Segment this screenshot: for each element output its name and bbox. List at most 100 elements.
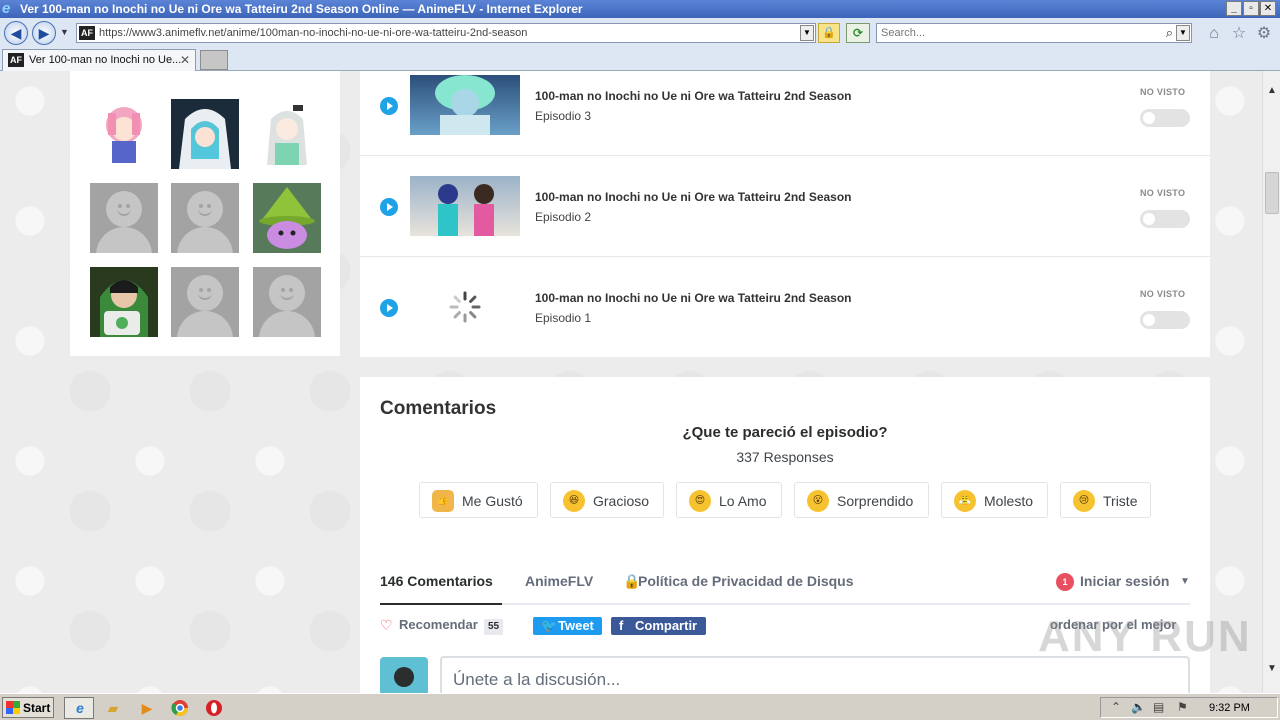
clock[interactable]: 9:32 PM bbox=[1209, 702, 1250, 714]
avatar-eye bbox=[207, 288, 211, 292]
refresh-button[interactable]: ⟳ bbox=[846, 23, 870, 43]
recommend-button[interactable]: Recomendar bbox=[399, 617, 478, 632]
responses-count: 337 Responses bbox=[736, 449, 834, 465]
tab-comments-count[interactable]: 146 Comentarios bbox=[380, 573, 493, 589]
page-viewport: 100-man no Inochi no Ue ni Ore wa Tattei… bbox=[0, 71, 1262, 693]
address-dropdown-icon[interactable]: ▼ bbox=[800, 25, 814, 41]
media-player-icon[interactable]: ▶ bbox=[138, 699, 156, 717]
back-button[interactable]: ◀ bbox=[4, 21, 28, 45]
new-tab-button[interactable] bbox=[200, 50, 228, 70]
tab-privacy-policy[interactable]: Política de Privacidad de Disqus bbox=[638, 573, 854, 589]
history-dropdown-icon[interactable]: ▼ bbox=[60, 27, 69, 37]
close-button[interactable]: ✕ bbox=[1260, 1, 1276, 16]
address-url[interactable]: https://www3.animeflv.net/anime/100man-n… bbox=[99, 27, 527, 39]
reaction-button-me-gusto[interactable]: 👍 Me Gustó bbox=[419, 482, 538, 518]
page-scrollbar[interactable]: ▲ ▼ bbox=[1262, 71, 1280, 693]
start-button[interactable]: Start bbox=[2, 697, 54, 718]
restore-button[interactable]: ▫ bbox=[1243, 1, 1259, 16]
search-dropdown-icon[interactable]: ▼ bbox=[1176, 25, 1190, 41]
play-icon[interactable] bbox=[380, 299, 398, 317]
search-box[interactable]: ⌕ ▼ bbox=[876, 23, 1192, 43]
address-bar[interactable]: AF https://www3.animeflv.net/anime/100ma… bbox=[76, 23, 816, 43]
comments-heading: Comentarios bbox=[380, 398, 497, 419]
watched-toggle[interactable] bbox=[1140, 311, 1190, 329]
action-center-flag-icon[interactable]: ⚑ bbox=[1177, 700, 1188, 714]
user-avatar[interactable] bbox=[380, 657, 428, 693]
episode-number: Episodio 2 bbox=[535, 210, 592, 224]
scrollbar-thumb[interactable] bbox=[1265, 172, 1279, 214]
reaction-button-lo-amo[interactable]: 😍 Lo Amo bbox=[676, 482, 782, 518]
avatar-eye bbox=[199, 288, 203, 292]
forward-button[interactable]: ▶ bbox=[32, 21, 56, 45]
heart-icon[interactable]: ♡ bbox=[380, 617, 393, 634]
episode-title[interactable]: 100-man no Inochi no Ue ni Ore wa Tattei… bbox=[535, 89, 852, 103]
notification-badge[interactable]: 1 bbox=[1056, 573, 1074, 591]
avatar-default[interactable] bbox=[171, 183, 239, 253]
episode-row[interactable]: 100-man no Inochi no Ue ni Ore wa Tattei… bbox=[360, 156, 1210, 257]
episode-title[interactable]: 100-man no Inochi no Ue ni Ore wa Tattei… bbox=[535, 291, 852, 305]
scroll-down-icon[interactable]: ▼ bbox=[1266, 663, 1278, 677]
tab-animeflv[interactable]: AF Ver 100-man no Inochi no Ue... ✕ bbox=[2, 49, 196, 71]
favorites-star-icon[interactable]: ☆ bbox=[1230, 25, 1248, 43]
sad-face-icon: 😢 bbox=[1073, 490, 1095, 512]
reaction-button-sorprendido[interactable]: 😮 Sorprendido bbox=[794, 482, 929, 518]
ie-taskbar-icon: e bbox=[76, 700, 84, 716]
chrome-icon[interactable] bbox=[171, 699, 189, 717]
thumbnail-image bbox=[435, 75, 495, 135]
reaction-button-triste[interactable]: 😢 Triste bbox=[1060, 482, 1151, 518]
reaction-question: ¿Que te pareció el episodio? bbox=[682, 424, 888, 441]
login-link[interactable]: Iniciar sesión bbox=[1080, 573, 1169, 589]
avatar[interactable] bbox=[253, 183, 321, 253]
home-icon[interactable]: ⌂ bbox=[1205, 25, 1223, 43]
thumbnail-image bbox=[438, 184, 494, 236]
avatar[interactable] bbox=[253, 99, 321, 169]
settings-gear-icon[interactable]: ⚙ bbox=[1255, 25, 1273, 43]
tray-expand-icon[interactable]: ⌃ bbox=[1111, 700, 1121, 714]
volume-icon[interactable]: 🔈 bbox=[1131, 700, 1146, 714]
watched-toggle[interactable] bbox=[1140, 109, 1190, 127]
reaction-label: Triste bbox=[1103, 493, 1138, 509]
anyrun-watermark: ANY RUN bbox=[1038, 612, 1252, 661]
search-icon[interactable]: ⌕ bbox=[1166, 25, 1173, 41]
avatar[interactable] bbox=[171, 99, 239, 169]
explorer-folder-icon[interactable]: ▰ bbox=[104, 699, 122, 717]
network-icon[interactable]: ▤ bbox=[1153, 700, 1164, 714]
lock-icon[interactable]: 🔒 bbox=[818, 23, 840, 43]
avatar-image bbox=[259, 187, 315, 249]
avatar-body bbox=[96, 227, 152, 253]
episode-thumbnail[interactable] bbox=[410, 176, 520, 236]
episode-thumbnail-loading[interactable] bbox=[410, 277, 520, 337]
reaction-button-molesto[interactable]: 😤 Molesto bbox=[941, 482, 1048, 518]
avatar-image bbox=[100, 280, 148, 337]
play-icon[interactable] bbox=[380, 97, 398, 115]
scroll-up-icon[interactable]: ▲ bbox=[1266, 85, 1278, 99]
chevron-down-icon[interactable]: ▼ bbox=[1180, 576, 1190, 587]
avatar[interactable] bbox=[90, 267, 158, 337]
episode-number: Episodio 1 bbox=[535, 311, 592, 325]
watched-toggle[interactable] bbox=[1140, 210, 1190, 228]
facebook-icon: f bbox=[619, 618, 624, 633]
tab-close-icon[interactable]: ✕ bbox=[180, 53, 190, 67]
tweet-button[interactable]: 🐦 Tweet bbox=[533, 617, 602, 635]
reaction-label: Me Gustó bbox=[462, 493, 523, 509]
episode-row[interactable]: 100-man no Inochi no Ue ni Ore wa Tattei… bbox=[360, 71, 1210, 156]
episode-thumbnail[interactable] bbox=[410, 75, 520, 135]
avatar-default[interactable] bbox=[171, 267, 239, 337]
avatar[interactable] bbox=[90, 99, 158, 169]
avatar-eye bbox=[289, 288, 293, 292]
episode-row[interactable]: 100-man no Inochi no Ue ni Ore wa Tattei… bbox=[360, 257, 1210, 358]
play-icon[interactable] bbox=[380, 198, 398, 216]
reaction-button-gracioso[interactable]: 😆 Gracioso bbox=[550, 482, 664, 518]
opera-icon[interactable] bbox=[205, 699, 223, 717]
avatar-default[interactable] bbox=[253, 267, 321, 337]
tab-favicon-icon: AF bbox=[8, 53, 24, 67]
taskbar-ie-button[interactable]: e bbox=[64, 697, 94, 719]
share-facebook-button[interactable]: f Compartir bbox=[611, 617, 706, 635]
tab-community[interactable]: AnimeFLV bbox=[525, 573, 593, 589]
search-input[interactable] bbox=[881, 26, 1151, 40]
avatar-default[interactable] bbox=[90, 183, 158, 253]
avatar-image bbox=[106, 107, 142, 163]
active-tab-underline bbox=[380, 603, 502, 605]
episode-title[interactable]: 100-man no Inochi no Ue ni Ore wa Tattei… bbox=[535, 190, 852, 204]
minimize-button[interactable]: _ bbox=[1226, 1, 1242, 16]
